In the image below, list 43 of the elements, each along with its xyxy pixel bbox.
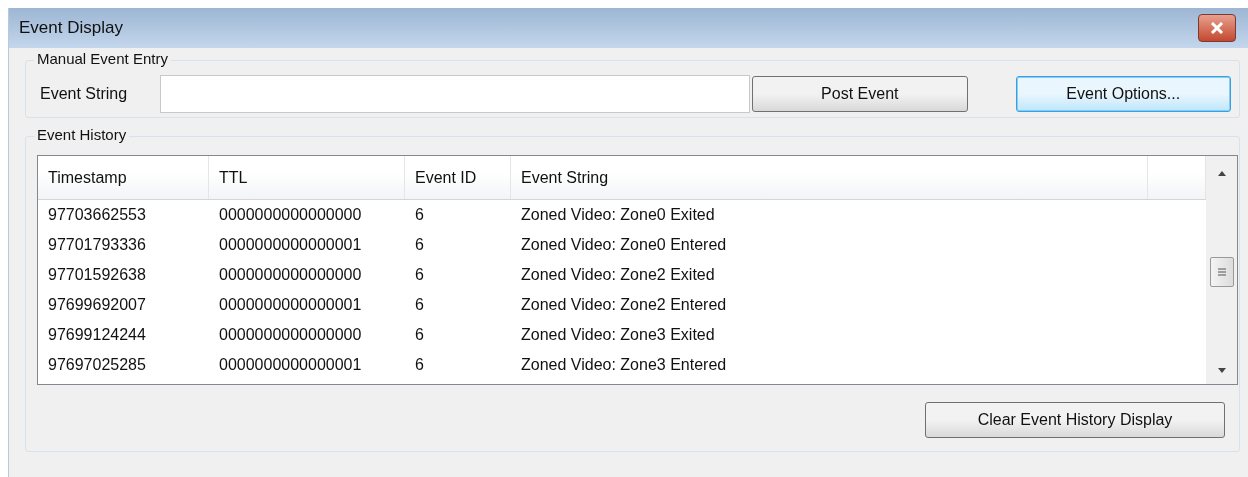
scroll-thumb[interactable] (1209, 257, 1234, 287)
field-label: Event String (40, 85, 129, 103)
group-legend: Manual Event Entry (34, 50, 171, 67)
clear-history-button[interactable]: Clear Event History Display (925, 402, 1225, 438)
table-cell-text: 6 (414, 296, 425, 314)
table-cell-text: 0000000000000000 (218, 266, 363, 284)
column-header[interactable]: TTL (209, 156, 405, 199)
column-header[interactable]: Event ID (405, 156, 511, 199)
table-cell-text: 6 (414, 236, 425, 254)
dialog-button[interactable]: Event Options... (1015, 76, 1231, 112)
table-cell-text: 97701793336 (47, 236, 147, 254)
table-cell-text: 6 (414, 266, 425, 284)
scrollbar[interactable] (1206, 156, 1237, 384)
grip-icon (1216, 268, 1227, 276)
table-cell-text: 97699124244 (47, 326, 147, 344)
close-button[interactable] (1198, 14, 1236, 42)
table-cell-text: Zoned Video: Zone3 Entered (520, 356, 728, 374)
table-cell-text: 97703662553 (47, 206, 147, 224)
table-cell-text: Zoned Video: Zone3 Exited (520, 326, 716, 344)
table-cell-text: 0000000000000000 (218, 206, 363, 224)
window-title: Event Display (19, 18, 123, 38)
scroll-up-icon (1216, 170, 1227, 176)
table-cell-text: 97701592638 (47, 266, 147, 284)
group-legend: Event History (34, 126, 130, 143)
column-header[interactable]: Event String (511, 156, 1148, 199)
table-cell-text: Zoned Video: Zone0 Entered (520, 236, 728, 254)
close-icon (1210, 22, 1224, 34)
table-cell-text: 6 (414, 356, 425, 374)
scroll-down-icon (1216, 368, 1227, 374)
dialog-button[interactable]: Post Event (752, 76, 968, 112)
table-cell-text: Zoned Video: Zone0 Exited (520, 206, 716, 224)
table-cell-text: 97699692007 (47, 296, 147, 314)
table-cell-text: 97697025285 (47, 356, 147, 374)
table-cell-text: Zoned Video: Zone2 Entered (520, 296, 728, 314)
table-cell-text: 0000000000000001 (218, 356, 363, 374)
table-cell-text: 0000000000000001 (218, 236, 363, 254)
table-cell-text: 0000000000000000 (218, 326, 363, 344)
table-cell-text: 6 (414, 326, 425, 344)
column-header[interactable]: Timestamp (38, 156, 209, 199)
table-cell-text: 6 (414, 206, 425, 224)
table-cell-text: Zoned Video: Zone2 Exited (520, 266, 716, 284)
table-cell-text: 0000000000000001 (218, 296, 363, 314)
event-string-field[interactable] (159, 75, 751, 113)
